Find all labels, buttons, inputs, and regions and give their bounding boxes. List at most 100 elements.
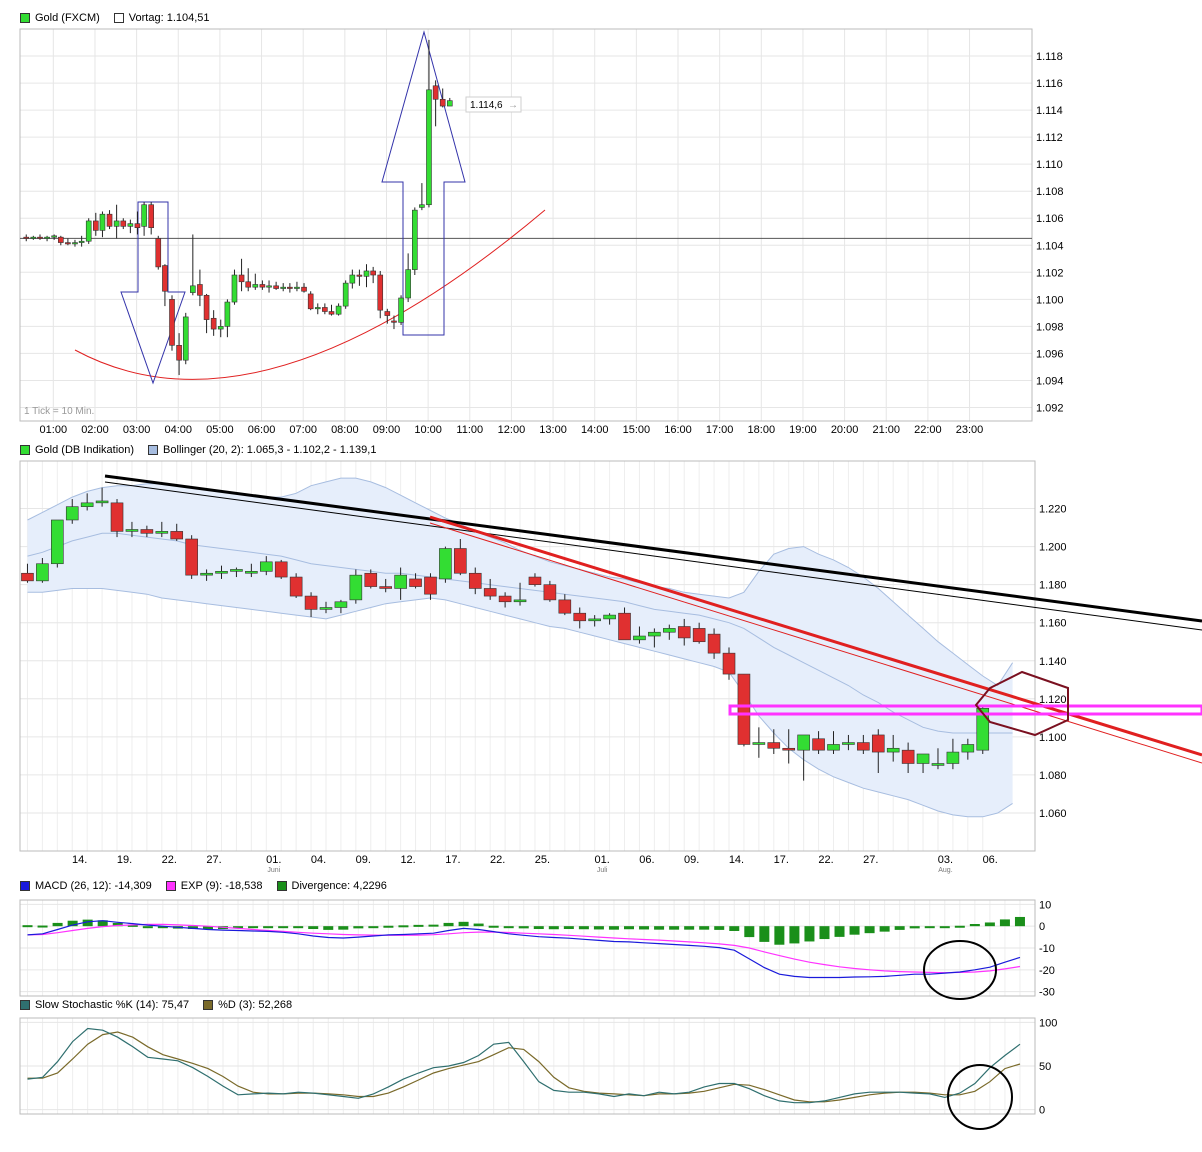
x-tick-label: 21:00	[872, 424, 900, 436]
candle	[134, 211, 141, 235]
divergence-bar	[669, 926, 680, 930]
x-tick-label: 04:00	[164, 424, 192, 436]
divergence-bar	[338, 926, 349, 930]
candle	[224, 299, 231, 338]
candle-body	[409, 578, 422, 587]
divergence-bar	[443, 922, 454, 927]
candle	[294, 281, 300, 292]
candle	[342, 280, 349, 309]
candle	[99, 211, 106, 238]
candle-body	[259, 284, 266, 288]
candle-body	[767, 742, 781, 749]
divergence-bar	[413, 924, 424, 927]
x-tick-label: 03:00	[123, 424, 151, 436]
candle-body	[946, 751, 960, 764]
x-tick-label: 18:00	[748, 424, 776, 436]
x-tick-label: 09:00	[373, 424, 401, 436]
candle-body	[648, 631, 661, 637]
candle	[85, 218, 92, 244]
candle-body	[78, 240, 85, 243]
divergence-bar	[263, 926, 274, 929]
candle-body	[203, 294, 210, 320]
candle-body	[44, 236, 50, 239]
divergence-bar	[774, 926, 785, 945]
divergence-bar	[984, 922, 995, 927]
divergence-bar	[999, 919, 1010, 927]
candle-body	[170, 531, 184, 540]
candle	[405, 253, 411, 303]
daily-panel: 1.060 1.080 1.100 1.120 1.140 1.160 1.180 1.200…	[19, 460, 1202, 874]
candle-body	[200, 572, 213, 576]
candle-body	[304, 595, 318, 610]
y-tick-label: 0	[1039, 921, 1045, 933]
x-tick-label: 14:00	[581, 424, 609, 436]
candle-body	[663, 628, 676, 633]
candle	[426, 39, 432, 208]
candle-body	[230, 569, 243, 572]
candle-body	[342, 282, 349, 307]
y-tick-label: -20	[1039, 965, 1055, 977]
candle-body	[558, 599, 572, 614]
x-tick-label: 12.	[400, 854, 415, 866]
divergence-bar	[924, 926, 935, 929]
divergence-bar	[593, 926, 604, 930]
divergence-bar	[518, 926, 529, 929]
candle-body	[394, 574, 407, 589]
candle	[169, 295, 175, 351]
candle	[266, 280, 272, 293]
candle-body	[125, 529, 139, 532]
candle-body	[356, 274, 363, 277]
candle-body	[155, 531, 169, 534]
candle	[155, 235, 162, 270]
candle-body	[498, 595, 512, 603]
candle	[328, 304, 335, 316]
x-tick-label: 01.	[266, 854, 281, 866]
candle-body	[280, 286, 287, 289]
divergence-bar	[939, 926, 950, 929]
x-tick-label: 01.	[594, 854, 609, 866]
candle	[280, 283, 287, 292]
candle	[245, 268, 252, 292]
candle-body	[190, 285, 196, 293]
x-tick-label: 01:00	[40, 424, 68, 436]
candle-body	[113, 220, 120, 227]
candle	[148, 202, 154, 235]
stochastic-cross-circle	[947, 1064, 1013, 1130]
candle-body	[886, 747, 900, 753]
y-tick-label: -30	[1039, 987, 1055, 999]
candle	[92, 212, 99, 236]
candle-body	[95, 500, 109, 504]
candle-body	[446, 100, 453, 107]
candle-body	[827, 744, 840, 751]
x-tick-label: 27.	[863, 854, 878, 866]
candle-body	[857, 742, 870, 751]
x-tick-label: 17.	[445, 854, 460, 866]
x-tick-label: 06.	[983, 854, 998, 866]
candle-body	[30, 236, 37, 239]
candle-body	[36, 563, 49, 582]
x-tick-label: 04.	[311, 854, 326, 866]
divergence-bar	[308, 926, 319, 930]
candle	[301, 283, 307, 293]
candle	[252, 273, 259, 290]
candle-body	[573, 612, 587, 622]
candle-body	[294, 286, 300, 289]
candle-body	[370, 270, 376, 276]
y-tick-label: 1.092	[1036, 402, 1064, 414]
y-tick-label: 1.160	[1039, 618, 1067, 630]
candle-body	[707, 633, 721, 654]
candle-body	[155, 238, 162, 268]
candle	[58, 235, 64, 246]
candle	[210, 310, 217, 336]
candle	[23, 234, 30, 242]
candle	[439, 546, 452, 583]
candle-body	[301, 286, 307, 292]
candle-body	[169, 299, 175, 346]
divergence-bar	[353, 926, 364, 929]
x-tick-label: 12:00	[498, 424, 526, 436]
candle-body	[23, 236, 30, 239]
x-tick-label: 02:00	[81, 424, 109, 436]
candle-body	[319, 607, 333, 610]
candle	[65, 238, 71, 246]
divergence-bar	[909, 926, 920, 929]
